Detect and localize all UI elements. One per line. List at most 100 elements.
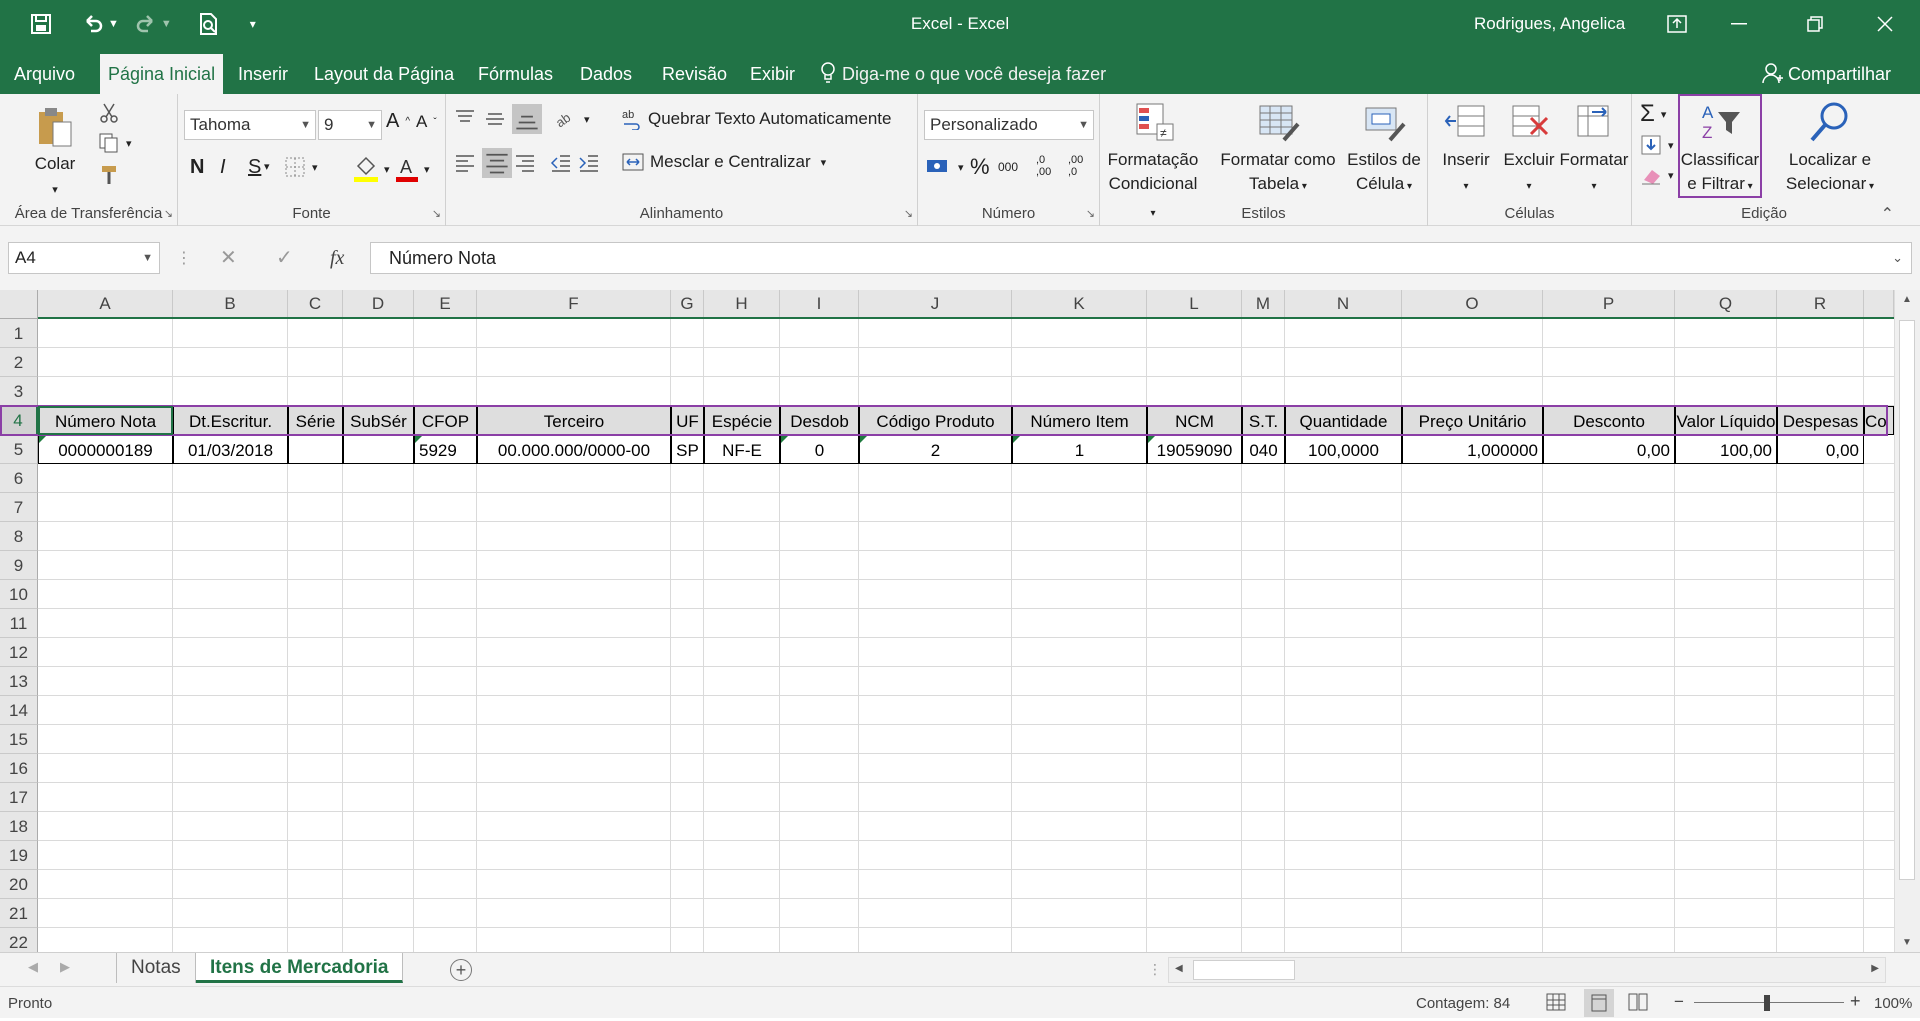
spreadsheet-grid[interactable]: A B C D E F G H I J K L M N O P Q R 1 2 3 4 5 6 7 8 9 10 11 12 13 14 15 1… (0, 290, 1894, 952)
increase-indent-icon[interactable] (578, 152, 600, 174)
dialog-launcher-icon[interactable]: ↘ (432, 207, 441, 220)
data-cell[interactable]: SP (671, 435, 704, 464)
data-cell[interactable]: NF-E (704, 435, 780, 464)
header-cell[interactable]: Despesas (1777, 406, 1864, 435)
row-header-7[interactable]: 7 (0, 493, 38, 522)
chevron-down-icon[interactable]: ▾ (821, 156, 827, 169)
sheet-tab-itens-de-mercadoria[interactable]: Itens de Mercadoria (196, 953, 404, 983)
data-cell[interactable] (288, 435, 343, 464)
row-header-15[interactable]: 15 (0, 725, 38, 754)
vertical-scroll-thumb[interactable] (1899, 320, 1915, 880)
next-sheet-icon[interactable]: ▶ (60, 959, 70, 975)
error-indicator-icon[interactable] (1013, 436, 1020, 443)
copy-icon[interactable]: ▾ (98, 132, 132, 154)
dialog-launcher-icon[interactable]: ↘ (164, 207, 173, 220)
data-cell[interactable]: 2 (859, 435, 1012, 464)
row-header-6[interactable]: 6 (0, 464, 38, 493)
percent-style-button[interactable]: % (970, 154, 990, 180)
chevron-down-icon[interactable]: ▼ (300, 111, 311, 139)
header-cell[interactable]: Valor Líquido (1675, 406, 1777, 435)
header-cell[interactable]: UF (671, 406, 704, 435)
data-cell[interactable]: 1 (1012, 435, 1147, 464)
number-format-combo[interactable]: Personalizado ▼ (924, 110, 1094, 140)
error-indicator-icon[interactable] (781, 436, 788, 443)
tab-formulas[interactable]: Fórmulas (472, 54, 559, 94)
column-header-a[interactable]: A (38, 290, 173, 319)
column-header-b[interactable]: B (173, 290, 288, 319)
tell-me-search[interactable]: Diga-me o que você deseja fazer (820, 54, 1106, 94)
data-cell[interactable]: 01/03/2018 (173, 435, 288, 464)
zoom-in-button[interactable]: + (1850, 991, 1861, 1012)
data-cell[interactable]: 100,0000 (1285, 435, 1402, 464)
row-header-17[interactable]: 17 (0, 783, 38, 812)
row-header-5[interactable]: 5 (0, 435, 38, 464)
cell-styles-button[interactable]: Estilos de Célula ▾ (1342, 100, 1426, 199)
zoom-slider-thumb[interactable] (1764, 995, 1770, 1011)
header-cell[interactable]: Co (1864, 406, 1894, 435)
column-header-e[interactable]: E (414, 290, 477, 319)
header-cell[interactable]: Dt.Escritur. (173, 406, 288, 435)
horizontal-scroll-thumb[interactable] (1193, 960, 1295, 980)
share-button[interactable]: Compartilhar (1762, 54, 1891, 94)
decrease-indent-icon[interactable] (550, 152, 572, 174)
close-icon[interactable] (1854, 0, 1916, 48)
grow-font-button[interactable]: A ^ (386, 110, 410, 133)
dialog-launcher-icon[interactable]: ↘ (904, 207, 913, 220)
row-header-3[interactable]: 3 (0, 377, 38, 406)
align-right-icon[interactable] (514, 152, 536, 174)
increase-decimal-button[interactable]: ,0 ,00 (1036, 154, 1060, 178)
column-header-c[interactable]: C (288, 290, 343, 319)
data-cell[interactable]: 0,00 (1543, 435, 1675, 464)
error-indicator-icon[interactable] (39, 436, 46, 443)
borders-icon[interactable]: ▾ (284, 156, 318, 178)
find-select-button[interactable]: Localizar e Selecionar ▾ (1766, 100, 1894, 199)
insert-cells-button[interactable]: Inserir ▾ (1434, 100, 1498, 199)
wrap-text-button[interactable]: ab Quebrar Texto Automaticamente (622, 108, 892, 130)
row-header-4[interactable]: 4 (0, 406, 38, 435)
font-name-combo[interactable]: Tahoma ▼ (184, 110, 316, 140)
font-size-combo[interactable]: 9 ▼ (318, 110, 382, 140)
sort-filter-button[interactable]: AZ Classificar e Filtrar ▾ (1678, 94, 1762, 198)
header-cell[interactable]: Desconto (1543, 406, 1675, 435)
new-sheet-icon[interactable]: + (450, 959, 472, 981)
column-header-q[interactable]: Q (1675, 290, 1777, 319)
row-header-19[interactable]: 19 (0, 841, 38, 870)
header-cell[interactable]: Número Item (1012, 406, 1147, 435)
select-all-corner[interactable] (0, 290, 38, 319)
header-cell[interactable]: Série (288, 406, 343, 435)
column-header-l[interactable]: L (1147, 290, 1242, 319)
row-header-20[interactable]: 20 (0, 870, 38, 899)
sheet-tab-notas[interactable]: Notas (116, 953, 196, 983)
header-cell[interactable]: CFOP (414, 406, 477, 435)
error-indicator-icon[interactable] (415, 436, 422, 443)
column-header-p[interactable]: P (1543, 290, 1675, 319)
minimize-icon[interactable] (1708, 0, 1770, 48)
chevron-down-icon[interactable]: ▼ (1078, 111, 1089, 139)
decrease-decimal-button[interactable]: ,00 ,0 (1068, 154, 1092, 178)
orientation-icon[interactable]: ab ▾ (554, 108, 590, 130)
header-cell[interactable]: Desdob (780, 406, 859, 435)
ribbon-display-icon[interactable] (1646, 0, 1708, 48)
expand-formula-bar-icon[interactable]: ⌄ (1892, 243, 1903, 273)
normal-view-icon[interactable] (1546, 993, 1566, 1015)
column-header-g[interactable]: G (671, 290, 704, 319)
prev-sheet-icon[interactable]: ◀ (28, 959, 38, 975)
autosum-button[interactable]: Σ ▾ (1640, 100, 1666, 128)
scroll-down-icon[interactable]: ▼ (1902, 937, 1912, 948)
zoom-level[interactable]: 100% (1874, 995, 1912, 1012)
tab-layout-da-pagina[interactable]: Layout da Página (308, 54, 460, 94)
restore-icon[interactable] (1784, 0, 1846, 48)
tab-arquivo[interactable]: Arquivo (8, 54, 81, 94)
cancel-entry-icon[interactable]: ✕ (220, 242, 237, 274)
row-header-11[interactable]: 11 (0, 609, 38, 638)
column-header-d[interactable]: D (343, 290, 414, 319)
data-cell[interactable]: 00.000.000/0000-00 (477, 435, 671, 464)
confirm-entry-icon[interactable]: ✓ (276, 242, 293, 274)
zoom-out-button[interactable]: − (1674, 992, 1684, 1012)
header-cell[interactable]: Quantidade (1285, 406, 1402, 435)
data-cell[interactable]: 1,000000 (1402, 435, 1543, 464)
clear-icon[interactable]: ▾ (1640, 164, 1674, 186)
cut-icon[interactable] (98, 102, 120, 124)
data-cell[interactable]: 5929 (414, 435, 477, 464)
vertical-scrollbar[interactable]: ▲ ▼ (1894, 290, 1920, 952)
